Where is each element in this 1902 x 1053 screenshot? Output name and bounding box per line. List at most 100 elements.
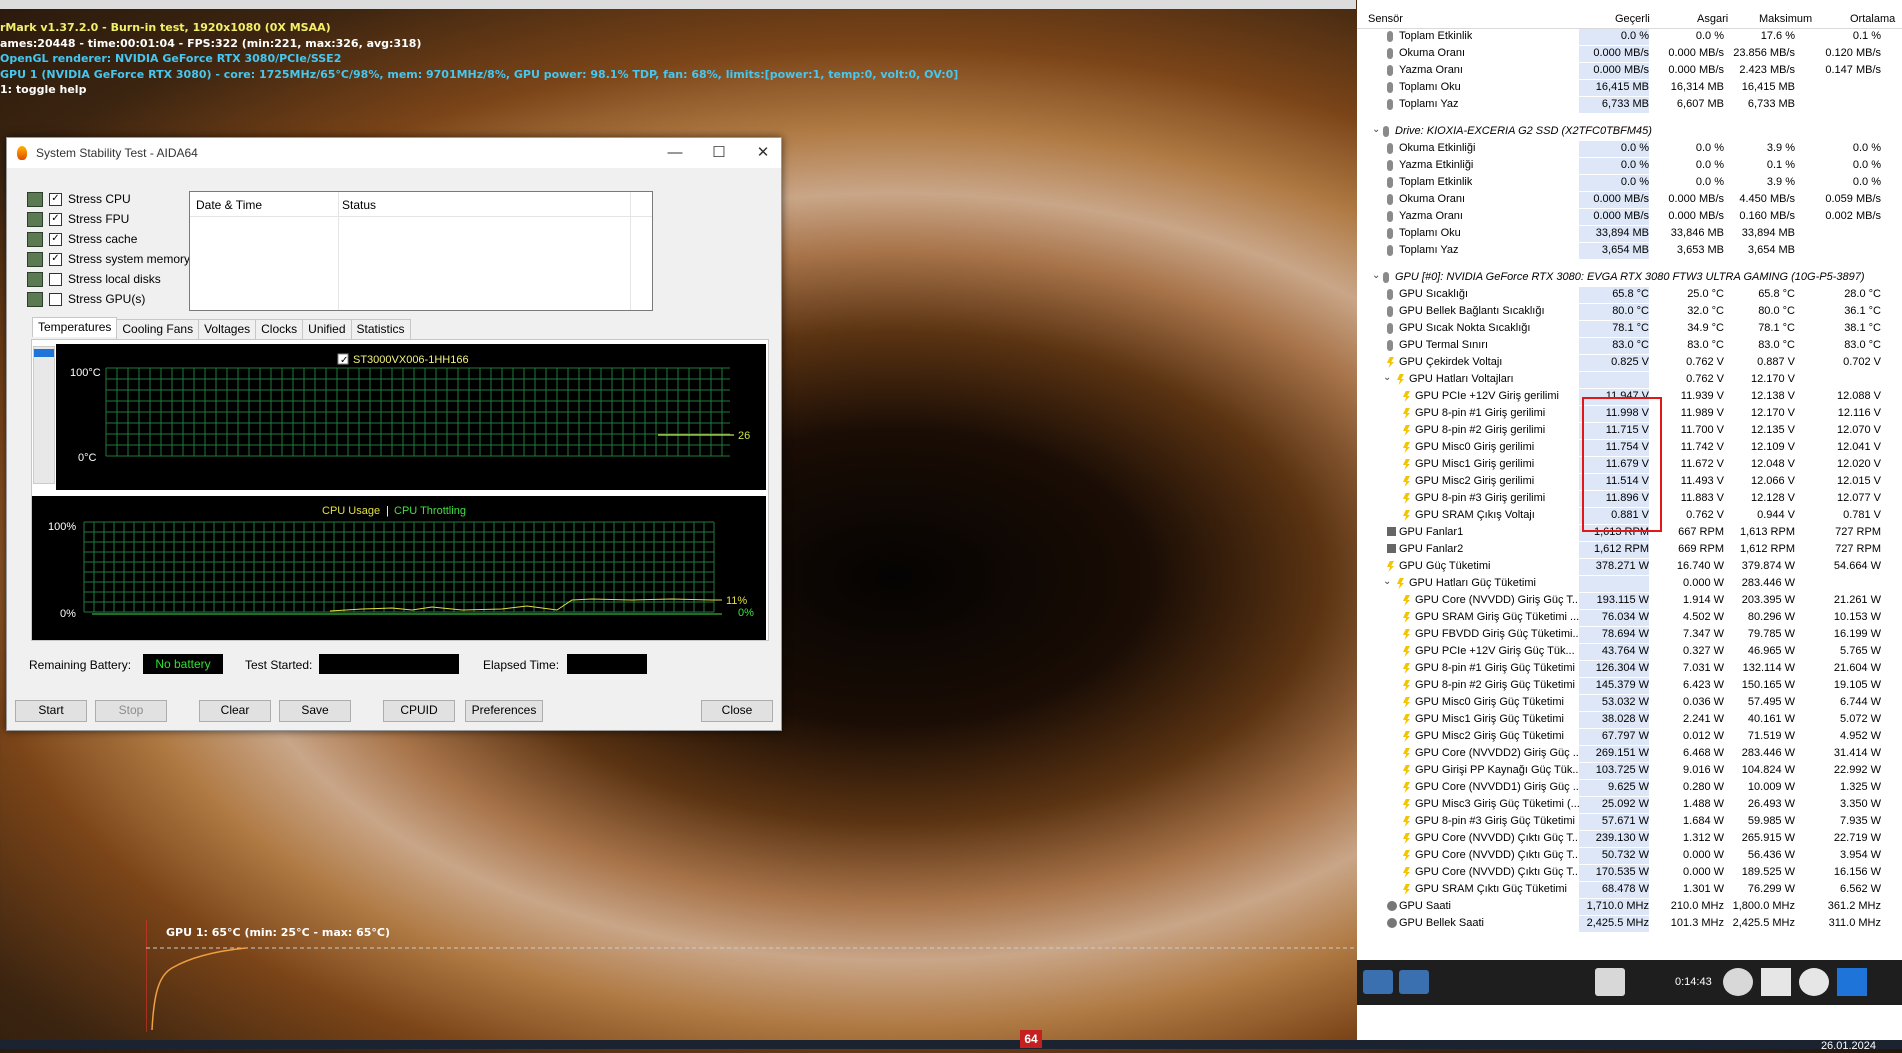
sensor-row[interactable]: GPU Core (NVVDD1) Giriş Güç ... 9.625 W 0.… bbox=[1357, 779, 1902, 796]
sensor-row[interactable]: GPU Fanlar2 1,612 RPM 669 RPM 1,612 RPM 727 … bbox=[1357, 541, 1902, 558]
close-x-icon[interactable] bbox=[1837, 968, 1867, 996]
stress-checkbox[interactable]: ✓ bbox=[49, 232, 62, 246]
aida64-taskbar-icon[interactable]: 64 bbox=[1020, 1030, 1042, 1048]
stress-option[interactable]: ✓ Stress FPU bbox=[27, 210, 129, 228]
expand-chevron-icon[interactable]: ⌄ bbox=[1383, 576, 1391, 587]
sensor-row[interactable]: GPU Termal Sınırı 83.0 °C 83.0 °C 83.0 °C 83… bbox=[1357, 337, 1902, 354]
sensor-row[interactable]: GPU Sıcaklığı 65.8 °C 25.0 °C 65.8 °C 28.0 °… bbox=[1357, 286, 1902, 303]
log-col-date[interactable]: Date & Time bbox=[196, 198, 262, 212]
sensor-row[interactable]: GPU Core (NVVDD) Çıktı Güç T... 50.732 W 0… bbox=[1357, 847, 1902, 864]
start-button[interactable]: Start bbox=[15, 700, 87, 722]
tab-voltages[interactable]: Voltages bbox=[198, 319, 257, 339]
window-titlebar[interactable]: System Stability Test - AIDA64 — ☐ ✕ bbox=[7, 138, 781, 168]
sensor-row[interactable]: GPU Misc0 Giriş Güç Tüketimi 53.032 W 0.03… bbox=[1357, 694, 1902, 711]
sensor-row[interactable]: Toplamı Yaz 6,733 MB 6,607 MB 6,733 MB bbox=[1357, 96, 1902, 113]
system-tray-clock[interactable]: 04:49 26.01.2024 bbox=[1821, 1027, 1876, 1053]
sensor-row[interactable]: GPU 8-pin #3 Giriş Güç Tüketimi 57.671 W 1… bbox=[1357, 813, 1902, 830]
stress-checkbox[interactable]: ✓ bbox=[49, 192, 62, 206]
close-icon[interactable]: ✕ bbox=[745, 142, 781, 164]
sensor-row[interactable]: GPU Güç Tüketimi 378.271 W 16.740 W 379.874… bbox=[1357, 558, 1902, 575]
stress-checkbox[interactable] bbox=[49, 292, 62, 306]
sensor-row[interactable]: Okuma Oranı 0.000 MB/s 0.000 MB/s 4.450 MB/… bbox=[1357, 191, 1902, 208]
sensor-row[interactable]: GPU Sıcak Nokta Sıcaklığı 78.1 °C 34.9 °C 7… bbox=[1357, 320, 1902, 337]
stress-option[interactable]: ✓ Stress CPU bbox=[27, 190, 131, 208]
sensor-group-header[interactable]: ⌄ Drive: KIOXIA-EXCERIA G2 SSD (X2TFC0TBF… bbox=[1357, 123, 1902, 140]
aida64-stability-window[interactable]: System Stability Test - AIDA64 — ☐ ✕ ✓ St… bbox=[6, 137, 782, 731]
sensor-icon bbox=[1387, 65, 1393, 76]
sensor-avg: 0.1 % bbox=[1852, 30, 1881, 42]
sensor-row[interactable]: Toplamı Yaz 3,654 MB 3,653 MB 3,654 MB bbox=[1357, 242, 1902, 259]
tab-temperatures[interactable]: Temperatures bbox=[32, 317, 118, 337]
preferences-button[interactable]: Preferences bbox=[465, 700, 543, 722]
col-min[interactable]: Asgari bbox=[1697, 13, 1728, 25]
sensor-row[interactable]: GPU Core (NVVDD2) Giriş Güç ... 269.151 W… bbox=[1357, 745, 1902, 762]
sensor-row[interactable]: Toplam Etkinlik 0.0 % 0.0 % 3.9 % 0.0 % bbox=[1357, 174, 1902, 191]
expand-chevron-icon[interactable]: ⌄ bbox=[1383, 372, 1391, 383]
sensor-row[interactable]: GPU PCIe +12V Giriş Güç Tük... 43.764 W 0.… bbox=[1357, 643, 1902, 660]
stop-button[interactable]: Stop bbox=[95, 700, 167, 722]
tab-clocks[interactable]: Clocks bbox=[255, 319, 304, 339]
tab-statistics[interactable]: Statistics bbox=[350, 319, 411, 339]
network-icon[interactable] bbox=[1595, 968, 1625, 996]
sensor-row[interactable]: Okuma Oranı 0.000 MB/s 0.000 MB/s 23.856 MB… bbox=[1357, 45, 1902, 62]
sensor-row[interactable]: ⌄ GPU Hatları Güç Tüketimi 0.000 W 283.446 … bbox=[1357, 575, 1902, 592]
tab-unified[interactable]: Unified bbox=[302, 319, 352, 339]
temp-icon bbox=[1387, 323, 1393, 334]
collapse-chevron-icon[interactable]: ⌄ bbox=[1372, 124, 1380, 135]
close-button[interactable]: Close bbox=[701, 700, 773, 722]
stress-checkbox[interactable]: ✓ bbox=[49, 252, 62, 266]
sensor-row[interactable]: GPU Bellek Bağlantı Sıcaklığı 80.0 °C 32.0… bbox=[1357, 303, 1902, 320]
col-avg[interactable]: Ortalama bbox=[1850, 13, 1895, 25]
clear-button[interactable]: Clear bbox=[199, 700, 271, 722]
collapse-arrows-icon[interactable] bbox=[1399, 970, 1429, 994]
report-icon[interactable] bbox=[1761, 968, 1791, 996]
sensor-row[interactable]: GPU Misc3 Giriş Güç Tüketimi (... 25.092 … bbox=[1357, 796, 1902, 813]
expand-arrows-icon[interactable] bbox=[1363, 970, 1393, 994]
sensor-row[interactable]: ⌄ GPU Hatları Voltajları 0.762 V 12.170 V bbox=[1357, 371, 1902, 388]
sensor-row[interactable]: GPU 8-pin #1 Giriş Güç Tüketimi 126.304 W… bbox=[1357, 660, 1902, 677]
stress-option[interactable]: ✓ Stress system memory bbox=[27, 250, 190, 268]
sensor-row[interactable]: GPU SRAM Çıktı Güç Tüketimi 68.478 W 1.301… bbox=[1357, 881, 1902, 898]
cpuid-button[interactable]: CPUID bbox=[383, 700, 455, 722]
sensor-row[interactable]: Toplamı Oku 16,415 MB 16,314 MB 16,415 MB bbox=[1357, 79, 1902, 96]
sensor-row[interactable]: GPU Girişi PP Kaynağı Güç Tük... 103.725 … bbox=[1357, 762, 1902, 779]
collapse-chevron-icon[interactable]: ⌄ bbox=[1372, 270, 1380, 281]
sensor-row[interactable]: GPU FBVDD Giriş Güç Tüketimi... 78.694 W 7… bbox=[1357, 626, 1902, 643]
sensor-max: 379.874 W bbox=[1741, 560, 1795, 572]
sensor-row[interactable]: GPU 8-pin #2 Giriş Güç Tüketimi 145.379 W… bbox=[1357, 677, 1902, 694]
clock-icon[interactable] bbox=[1723, 968, 1753, 996]
col-sensor[interactable]: Sensör bbox=[1368, 13, 1403, 25]
sensor-row[interactable]: Toplam Etkinlik 0.0 % 0.0 % 17.6 % 0.1 % bbox=[1357, 28, 1902, 45]
sensor-list-scroll[interactable] bbox=[33, 346, 55, 484]
sensor-row[interactable]: GPU Misc1 Giriş Güç Tüketimi 38.028 W 2.24… bbox=[1357, 711, 1902, 728]
sensor-row[interactable]: GPU Core (NVVDD) Çıktı Güç T... 170.535 W… bbox=[1357, 864, 1902, 881]
stress-option[interactable]: Stress local disks bbox=[27, 270, 161, 288]
sensor-row[interactable]: GPU Çekirdek Voltajı 0.825 V 0.762 V 0.887 … bbox=[1357, 354, 1902, 371]
sensor-row[interactable]: GPU Core (NVVDD) Giriş Güç T... 193.115 W… bbox=[1357, 592, 1902, 609]
sensor-row[interactable]: GPU SRAM Giriş Güç Tüketimi ... 76.034 W 4… bbox=[1357, 609, 1902, 626]
sensor-row[interactable]: Yazma Etkinliği 0.0 % 0.0 % 0.1 % 0.0 % bbox=[1357, 157, 1902, 174]
sensor-row[interactable]: Okuma Etkinliği 0.0 % 0.0 % 3.9 % 0.0 % bbox=[1357, 140, 1902, 157]
minimize-icon[interactable]: — bbox=[657, 142, 693, 164]
col-max[interactable]: Maksimum bbox=[1759, 13, 1812, 25]
col-current[interactable]: Geçerli bbox=[1615, 13, 1650, 25]
sensor-row[interactable]: Toplamı Oku 33,894 MB 33,846 MB 33,894 MB bbox=[1357, 225, 1902, 242]
log-col-status[interactable]: Status bbox=[342, 198, 376, 212]
save-button[interactable]: Save bbox=[279, 700, 351, 722]
tab-cooling-fans[interactable]: Cooling Fans bbox=[116, 319, 200, 339]
sensor-row[interactable]: GPU Core (NVVDD) Çıktı Güç T... 239.130 W… bbox=[1357, 830, 1902, 847]
maximize-icon[interactable]: ☐ bbox=[701, 142, 737, 164]
sensor-row[interactable]: Yazma Oranı 0.000 MB/s 0.000 MB/s 2.423 MB/… bbox=[1357, 62, 1902, 79]
stress-option[interactable]: Stress GPU(s) bbox=[27, 290, 145, 308]
sensor-row[interactable]: Yazma Oranı 0.000 MB/s 0.000 MB/s 0.160 MB/… bbox=[1357, 208, 1902, 225]
stress-checkbox[interactable] bbox=[49, 272, 62, 286]
sensor-row[interactable]: GPU Saati 1,710.0 MHz 210.0 MHz 1,800.0 MHz… bbox=[1357, 898, 1902, 915]
sensor-min: 0.000 MB/s bbox=[1668, 64, 1724, 76]
stress-checkbox[interactable]: ✓ bbox=[49, 212, 62, 226]
sensor-group-header[interactable]: ⌄ GPU [#0]: NVIDIA GeForce RTX 3080: EVGA… bbox=[1357, 269, 1902, 286]
stress-option[interactable]: ✓ Stress cache bbox=[27, 230, 137, 248]
sensor-row[interactable]: GPU Misc2 Giriş Güç Tüketimi 67.797 W 0.01… bbox=[1357, 728, 1902, 745]
sensor-row[interactable]: GPU Bellek Saati 2,425.5 MHz 101.3 MHz 2,42… bbox=[1357, 915, 1902, 932]
log-table[interactable]: Date & Time Status bbox=[189, 191, 653, 311]
settings-gear-icon[interactable] bbox=[1799, 968, 1829, 996]
